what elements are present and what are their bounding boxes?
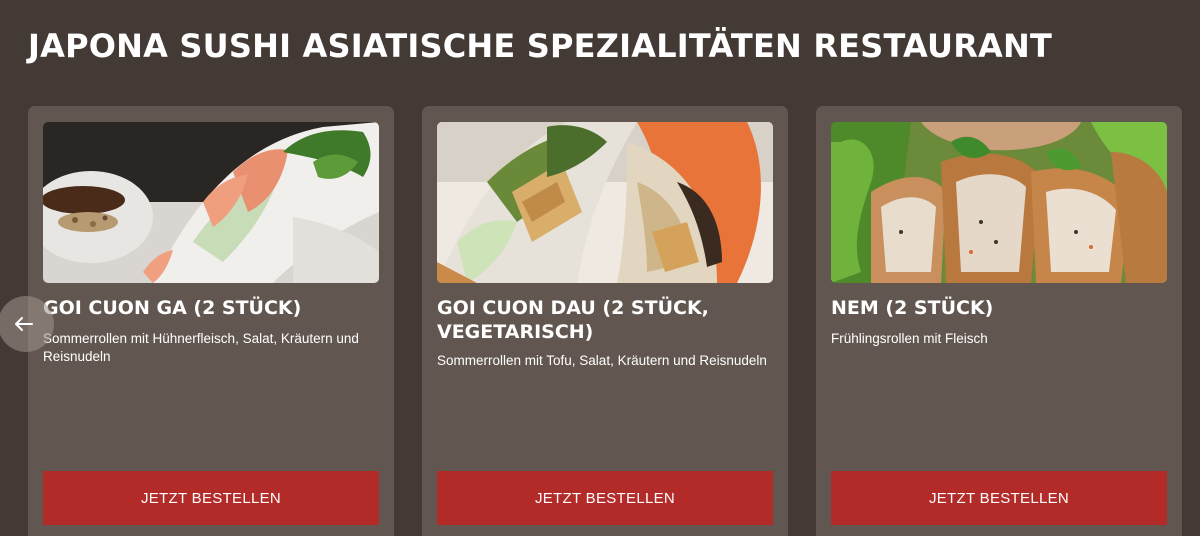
menu-card: GOI CUON GA (2 STÜCK) Sommerrollen mit H…	[28, 106, 394, 536]
menu-card: GOI CUON DAU (2 STÜCK, VEGETARISCH) Somm…	[422, 106, 788, 536]
page-title: JAPONA SUSHI ASIATISCHE SPEZIALITÄTEN RE…	[28, 27, 1053, 65]
dish-title: GOI CUON DAU (2 STÜCK, VEGETARISCH)	[437, 297, 709, 343]
order-now-button[interactable]: JETZT BESTELLEN	[831, 471, 1167, 525]
order-now-button[interactable]: JETZT BESTELLEN	[437, 471, 773, 525]
dish-image-goi-cuon-dau	[437, 122, 773, 283]
order-now-button[interactable]: JETZT BESTELLEN	[43, 471, 379, 525]
dish-description: Frühlingsrollen mit Fleisch	[831, 331, 988, 346]
menu-card: NEM (2 STÜCK) Frühlingsrollen mit Fleisc…	[816, 106, 1182, 536]
dish-image-goi-cuon-ga	[43, 122, 379, 283]
dish-title: GOI CUON GA (2 STÜCK)	[43, 297, 302, 319]
arrow-left-icon	[15, 317, 33, 331]
dish-description: Sommerrollen mit Tofu, Salat, Kräutern u…	[437, 353, 767, 368]
dish-description: Sommerrollen mit Hühnerfleisch, Salat, K…	[43, 331, 359, 364]
carousel-prev-button[interactable]	[0, 296, 54, 352]
page: JAPONA SUSHI ASIATISCHE SPEZIALITÄTEN RE…	[0, 0, 1200, 536]
dish-image-nem	[831, 122, 1167, 283]
dish-title: NEM (2 STÜCK)	[831, 297, 994, 319]
